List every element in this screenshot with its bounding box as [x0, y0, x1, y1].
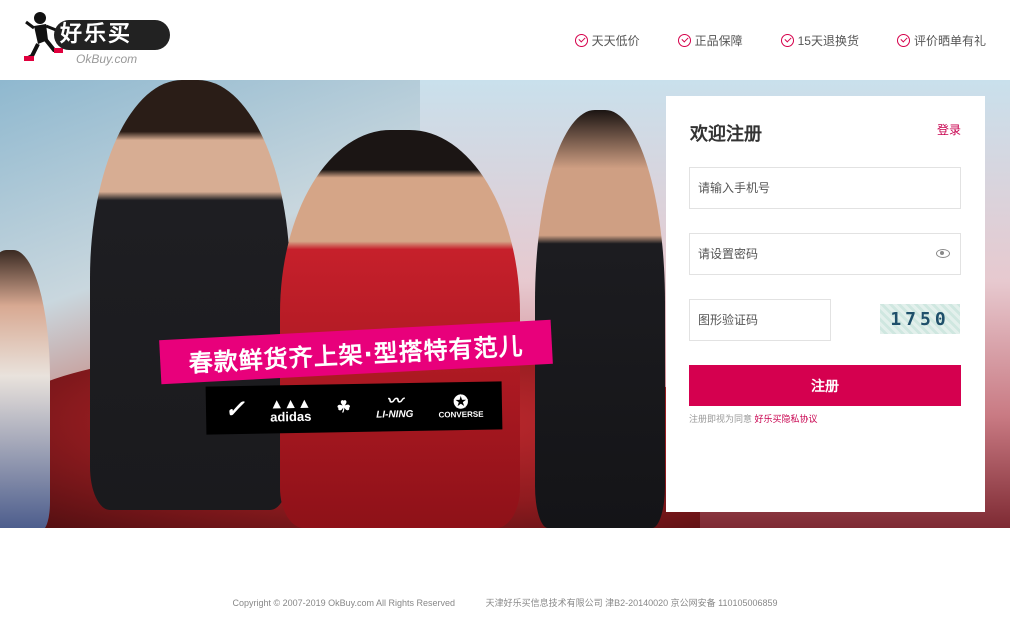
model-photo — [90, 80, 290, 510]
site-footer: Copyright © 2007-2019 OkBuy.com All Righ… — [0, 596, 1010, 609]
phone-input[interactable] — [690, 168, 960, 208]
promise-label: 15天退换货 — [797, 33, 859, 48]
copyright-text: Copyright © 2007-2019 OkBuy.com All Righ… — [232, 598, 456, 608]
promise-review-gift: 评价晒单有礼 — [896, 30, 986, 50]
register-button[interactable]: 注册 — [689, 365, 961, 406]
brand-domain: OkBuy.com — [76, 52, 138, 66]
phone-field[interactable] — [689, 167, 961, 209]
nike-swoosh-logo: ✓ — [224, 395, 245, 424]
service-promises: 天天低价 正品保障 15天退换货 评价晒单有礼 — [537, 30, 986, 50]
li-ning-logo: 〰 LI-NING — [376, 393, 414, 421]
converse-logo: ✪ CONVERSE — [438, 392, 484, 420]
company-license-text: 天津好乐买信息技术有限公司 津B2-20140020 京公网安备 1101050… — [485, 598, 778, 608]
site-header: 好乐买 OkBuy.com 天天低价 正品保障 15天退换货 评价晒单有礼 — [0, 0, 1010, 80]
login-link[interactable]: 登录 — [937, 121, 961, 138]
brand-logo-strip: ✓ ▲▲▲ adidas ☘ 〰 LI-NING ✪ CONVERSE — [205, 381, 503, 435]
eye-icon[interactable] — [936, 249, 950, 258]
register-panel: 欢迎注册 登录 1750 注册 注册即视为同意 好乐买隐私协议 — [666, 96, 985, 512]
captcha-image[interactable]: 1750 — [880, 304, 960, 334]
adidas-wordmark: adidas — [270, 408, 312, 424]
check-circle-icon — [574, 33, 588, 47]
agreement-text: 注册即视为同意 好乐买隐私协议 — [689, 412, 818, 425]
captcha-field[interactable] — [689, 299, 831, 341]
promise-label: 评价晒单有礼 — [913, 33, 986, 48]
captcha-input[interactable] — [690, 300, 830, 340]
agreement-prefix: 注册即视为同意 — [689, 414, 753, 424]
check-circle-icon — [896, 33, 910, 47]
promise-genuine: 正品保障 — [677, 30, 743, 50]
register-title: 欢迎注册 — [690, 124, 762, 144]
adidas-originals-trefoil-logo: ☘ — [336, 399, 352, 417]
brand-logo[interactable]: 好乐买 OkBuy.com — [24, 10, 170, 66]
password-field[interactable] — [689, 233, 961, 275]
promise-returns: 15天退换货 — [780, 30, 859, 50]
brand-name: 好乐买 — [60, 22, 133, 47]
promise-label: 正品保障 — [694, 33, 743, 48]
check-circle-icon — [780, 33, 794, 47]
star-icon: ✪ — [453, 392, 469, 413]
password-input[interactable] — [690, 234, 960, 274]
promise-label: 天天低价 — [591, 33, 640, 48]
privacy-agreement-link[interactable]: 好乐买隐私协议 — [755, 414, 818, 424]
promise-low-price: 天天低价 — [574, 30, 640, 50]
check-circle-icon — [677, 33, 691, 47]
adidas-logo: ▲▲▲ adidas — [269, 394, 312, 424]
converse-wordmark: CONVERSE — [438, 409, 484, 420]
li-ning-wordmark: LI-NING — [376, 408, 414, 421]
model-photo — [535, 110, 665, 528]
